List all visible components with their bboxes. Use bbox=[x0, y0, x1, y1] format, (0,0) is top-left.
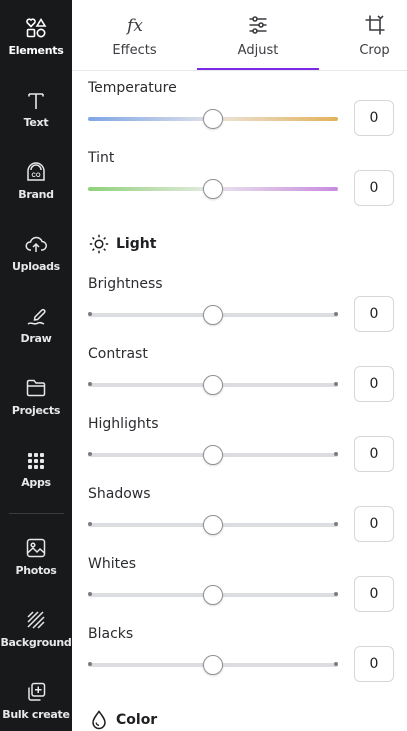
background-icon bbox=[0, 606, 72, 632]
light-section-header: Light bbox=[88, 232, 156, 256]
sidebar-item-label: Uploads bbox=[12, 260, 60, 273]
shadows-slider-thumb[interactable] bbox=[203, 515, 223, 535]
track-start-dot bbox=[88, 592, 92, 596]
sidebar-item-label: Elements bbox=[8, 44, 64, 57]
sidebar-item-label: Background bbox=[0, 636, 72, 649]
svg-text:fx: fx bbox=[125, 16, 143, 36]
sidebar-item-label: Draw bbox=[20, 332, 52, 345]
brightness-value-input[interactable]: 0 bbox=[354, 296, 394, 332]
sidebar-item-projects[interactable]: Projects bbox=[0, 374, 72, 430]
editor-tabs: fx Effects Adjust Crop bbox=[72, 0, 407, 72]
sidebar-item-label: Apps bbox=[21, 476, 51, 489]
tab-label: Adjust bbox=[237, 43, 279, 58]
effects-icon: fx bbox=[72, 13, 197, 37]
brightness-slider-thumb[interactable] bbox=[203, 305, 223, 325]
track-end-dot bbox=[334, 592, 338, 596]
blacks-label: Blacks bbox=[88, 626, 134, 642]
blacks-slider-thumb[interactable] bbox=[203, 655, 223, 675]
contrast-slider-thumb[interactable] bbox=[203, 375, 223, 395]
sidebar-item-background[interactable]: Background bbox=[0, 606, 72, 662]
uploads-icon bbox=[0, 230, 72, 256]
temperature-slider-thumb[interactable] bbox=[203, 109, 223, 129]
sun-icon bbox=[88, 233, 110, 255]
light-section-title: Light bbox=[116, 236, 157, 252]
tint-slider-thumb[interactable] bbox=[203, 179, 223, 199]
projects-icon bbox=[0, 374, 72, 400]
sidebar-item-bulk-create[interactable]: Bulk create bbox=[0, 678, 72, 731]
tint-value-input[interactable]: 0 bbox=[354, 170, 394, 206]
sidebar-item-label: Photos bbox=[15, 564, 57, 577]
svg-text:CO: CO bbox=[32, 173, 41, 179]
sidebar-item-apps[interactable]: Apps bbox=[0, 446, 72, 502]
left-sidebar: Elements Text CO Brand Uploads Draw Proj… bbox=[0, 0, 72, 731]
track-start-dot bbox=[88, 522, 92, 526]
brand-icon: CO bbox=[0, 158, 72, 184]
bulk-create-icon bbox=[0, 678, 72, 704]
track-start-dot bbox=[88, 312, 92, 316]
adjust-icon bbox=[197, 13, 319, 37]
crop-icon bbox=[342, 13, 407, 37]
track-end-dot bbox=[334, 452, 338, 456]
sidebar-item-brand[interactable]: CO Brand bbox=[0, 158, 72, 214]
tab-adjust[interactable]: Adjust bbox=[197, 0, 319, 72]
track-start-dot bbox=[88, 382, 92, 386]
track-end-dot bbox=[334, 312, 338, 316]
elements-icon bbox=[0, 14, 72, 40]
color-section-header: Color bbox=[88, 708, 157, 731]
whites-slider-thumb[interactable] bbox=[203, 585, 223, 605]
color-section-title: Color bbox=[116, 712, 158, 728]
track-end-dot bbox=[334, 662, 338, 666]
shadows-label: Shadows bbox=[88, 486, 151, 502]
sidebar-item-draw[interactable]: Draw bbox=[0, 302, 72, 358]
highlights-value-input[interactable]: 0 bbox=[354, 436, 394, 472]
tab-effects[interactable]: fx Effects bbox=[72, 0, 197, 72]
track-start-dot bbox=[88, 662, 92, 666]
sidebar-divider bbox=[9, 513, 64, 514]
track-end-dot bbox=[334, 382, 338, 386]
tab-label: Effects bbox=[112, 43, 157, 58]
text-icon bbox=[0, 86, 72, 112]
blacks-value-input[interactable]: 0 bbox=[354, 646, 394, 682]
whites-label: Whites bbox=[88, 556, 137, 572]
highlights-label: Highlights bbox=[88, 416, 159, 432]
shadows-value-input[interactable]: 0 bbox=[354, 506, 394, 542]
contrast-label: Contrast bbox=[88, 346, 148, 362]
photos-icon bbox=[0, 534, 72, 560]
sidebar-item-photos[interactable]: Photos bbox=[0, 534, 72, 590]
tab-label: Crop bbox=[359, 43, 390, 58]
tab-crop[interactable]: Crop bbox=[342, 0, 407, 72]
temperature-label: Temperature bbox=[88, 80, 177, 96]
highlights-slider-thumb[interactable] bbox=[203, 445, 223, 465]
sidebar-item-label: Brand bbox=[18, 188, 54, 201]
sidebar-item-text[interactable]: Text bbox=[0, 86, 72, 142]
tint-label: Tint bbox=[88, 150, 115, 166]
sidebar-item-label: Text bbox=[23, 116, 49, 129]
color-drop-icon bbox=[88, 709, 110, 731]
contrast-value-input[interactable]: 0 bbox=[354, 366, 394, 402]
track-start-dot bbox=[88, 452, 92, 456]
sidebar-item-label: Bulk create bbox=[2, 708, 70, 721]
track-end-dot bbox=[334, 522, 338, 526]
brightness-label: Brightness bbox=[88, 276, 163, 292]
sidebar-item-label: Projects bbox=[11, 404, 61, 417]
adjust-panel: Temperature 0 Tint 0 Light Brightness 0 … bbox=[72, 71, 407, 731]
sidebar-item-uploads[interactable]: Uploads bbox=[0, 230, 72, 286]
temperature-value-input[interactable]: 0 bbox=[354, 100, 394, 136]
whites-value-input[interactable]: 0 bbox=[354, 576, 394, 612]
sidebar-item-elements[interactable]: Elements bbox=[0, 14, 72, 70]
draw-icon bbox=[0, 302, 72, 328]
apps-icon bbox=[0, 446, 72, 472]
